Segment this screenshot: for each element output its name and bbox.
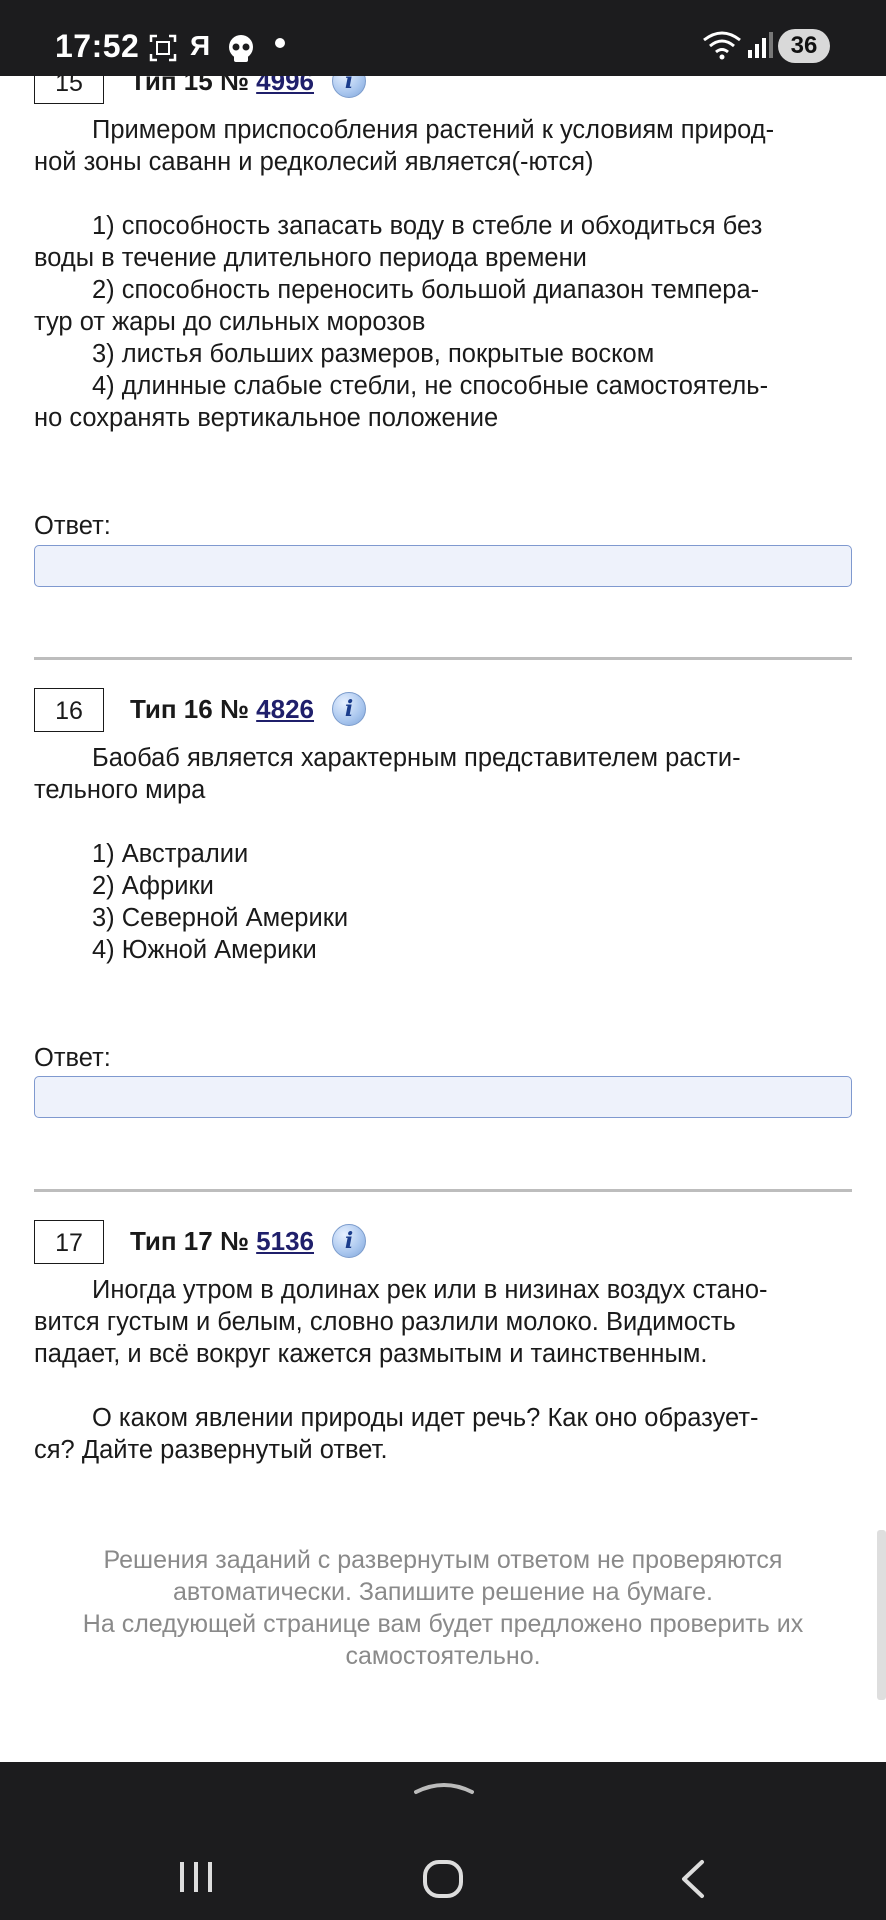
task-id-link[interactable]: 4826 xyxy=(256,694,314,724)
recent-apps-icon[interactable] xyxy=(176,1858,216,1896)
answer-option-2: 2) способность переносить большой диапаз… xyxy=(34,274,852,338)
question-line: тельного мира xyxy=(34,776,206,804)
home-icon[interactable] xyxy=(421,1858,465,1900)
question-text: Баобаб является характерным представител… xyxy=(34,742,852,806)
note-line: автоматически. Запишите решение на бумаг… xyxy=(173,1578,713,1606)
info-icon[interactable]: i xyxy=(332,692,366,726)
status-bar: 17:52 Я 36 xyxy=(0,0,886,76)
question-prompt: О каком явлении природы идет речь? Как о… xyxy=(34,1402,852,1466)
answer-input[interactable] xyxy=(34,1076,852,1118)
question-line: ной зоны саванн и редколесий является(-ю… xyxy=(34,148,594,176)
task-type-text: Тип 16 № xyxy=(130,694,249,724)
answer-option-2: 2) Африки xyxy=(92,872,214,900)
question-line: Примером приспособления растений к услов… xyxy=(92,116,775,144)
question-line: вится густым и белым, словно разлили мол… xyxy=(34,1308,736,1336)
notification-dot-icon xyxy=(275,38,285,48)
option-line: 1) способность запасать воду в стебле и … xyxy=(92,212,763,240)
task-number-box: 16 xyxy=(34,688,104,732)
option-line: но сохранять вертикальное положение xyxy=(34,404,499,432)
note-line: На следующей странице вам будет предложе… xyxy=(82,1610,804,1638)
question-line: О каком явлении природы идет речь? Как о… xyxy=(92,1404,759,1432)
task-id-link[interactable]: 5136 xyxy=(256,1226,314,1256)
answer-label: Ответ: xyxy=(34,1044,111,1072)
answer-option-4: 4) длинные слабые стебли, не способные с… xyxy=(34,370,852,434)
status-time: 17:52 xyxy=(55,28,140,64)
chevron-up-icon[interactable] xyxy=(414,1776,474,1798)
answer-option-1: 1) Австралии xyxy=(92,840,249,868)
answer-input[interactable] xyxy=(34,545,852,587)
option-line: 2) способность переносить большой диапаз… xyxy=(92,276,760,304)
yandex-icon: Я xyxy=(190,30,211,61)
skull-icon xyxy=(229,35,253,62)
option-line: тур от жары до сильных морозов xyxy=(34,308,426,336)
answer-option-1: 1) способность запасать воду в стебле и … xyxy=(34,210,852,274)
scrollbar-thumb[interactable] xyxy=(877,1530,886,1700)
signal-icon xyxy=(748,32,773,58)
question-line: падает, и всё вокруг кажется размытым и … xyxy=(34,1340,708,1368)
option-line: 4) длинные слабые стебли, не способные с… xyxy=(92,372,769,400)
question-line: ся? Дайте развернутый ответ. xyxy=(34,1436,388,1464)
answer-option-4: 4) Южной Америки xyxy=(92,936,317,964)
note-line: Решения заданий с развернутым ответом не… xyxy=(103,1546,783,1574)
option-line: воды в течение длительного периода време… xyxy=(34,244,587,272)
answer-option-3: 3) листья больших размеров, покрытые вос… xyxy=(34,338,852,370)
answer-label: Ответ: xyxy=(34,512,111,540)
screenshot-icon xyxy=(149,34,177,62)
long-answer-note: Решения заданий с развернутым ответом не… xyxy=(34,1544,852,1672)
divider xyxy=(34,657,852,660)
option-line: 3) листья больших размеров, покрытые вос… xyxy=(92,340,655,368)
battery-icon: 36 xyxy=(778,29,830,63)
navigation-bar xyxy=(0,1762,886,1920)
info-icon[interactable]: i xyxy=(332,1224,366,1258)
answer-option-3: 3) Северной Америки xyxy=(92,904,349,932)
divider xyxy=(34,1189,852,1192)
note-line: самостоятельно. xyxy=(345,1642,541,1670)
wifi-icon xyxy=(703,31,741,60)
task-type-label: Тип 17 № 5136 xyxy=(130,1226,314,1257)
task-number-box: 17 xyxy=(34,1220,104,1264)
question-line: Баобаб является характерным представител… xyxy=(92,744,741,772)
question-line: Иногда утром в долинах рек или в низинах… xyxy=(92,1276,768,1304)
question-text: Иногда утром в долинах рек или в низинах… xyxy=(34,1274,852,1370)
task-type-label: Тип 16 № 4826 xyxy=(130,694,314,725)
back-icon[interactable] xyxy=(676,1858,710,1900)
question-text: Примером приспособления растений к услов… xyxy=(34,114,852,178)
task-type-text: Тип 17 № xyxy=(130,1226,249,1256)
